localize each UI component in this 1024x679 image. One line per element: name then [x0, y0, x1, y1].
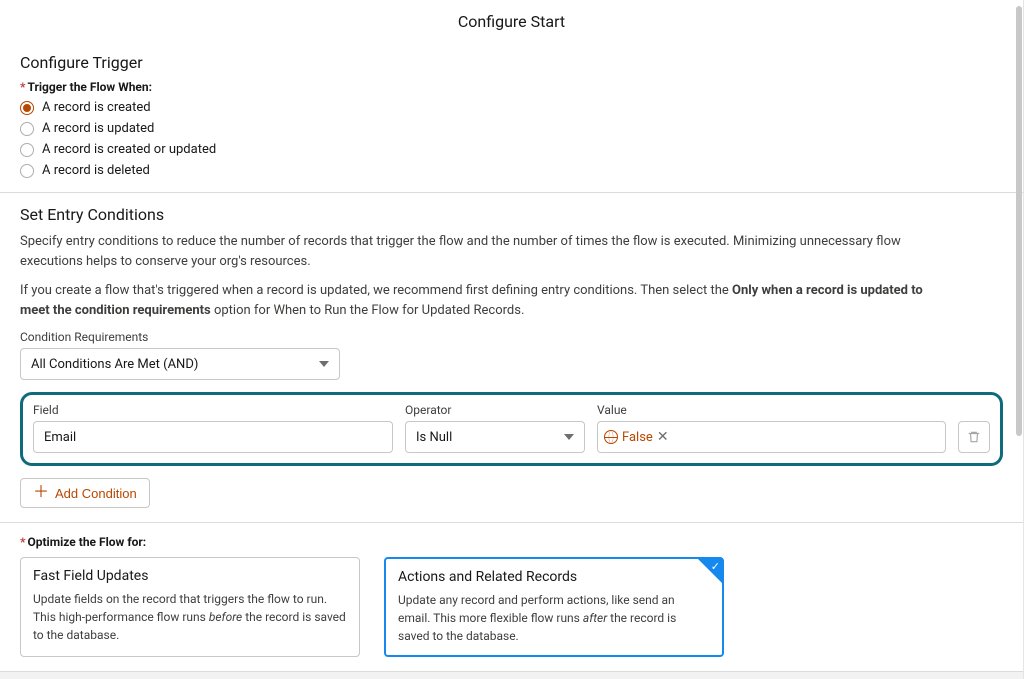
- optimize-card-desc: Update fields on the record that trigger…: [33, 590, 347, 644]
- add-condition-label: Add Condition: [55, 486, 137, 501]
- condition-field-input[interactable]: Email: [33, 421, 393, 453]
- trigger-option-updated[interactable]: A record is updated: [20, 121, 1003, 136]
- condition-value-label: Value: [597, 403, 946, 417]
- trigger-option-created[interactable]: A record is created: [20, 100, 1003, 115]
- entry-conditions-help-1: Specify entry conditions to reduce the n…: [20, 232, 940, 271]
- optimize-card-desc: Update any record and perform actions, l…: [398, 591, 710, 645]
- condition-requirements-value: All Conditions Are Met (AND): [31, 357, 198, 372]
- condition-row-highlight: Field Email Operator Is Null: [20, 392, 1003, 466]
- trigger-option-label: A record is updated: [42, 121, 154, 136]
- optimize-card-title: Actions and Related Records: [398, 569, 710, 585]
- radio-icon: [20, 101, 34, 115]
- optimize-card-actions-and-related[interactable]: ✓ Actions and Related Records Update any…: [384, 557, 724, 657]
- optimize-card-title: Fast Field Updates: [33, 568, 347, 584]
- add-condition-button[interactable]: ＋ Add Condition: [20, 478, 150, 508]
- optimize-card-fast-field-updates[interactable]: Fast Field Updates Update fields on the …: [20, 557, 360, 657]
- chevron-down-icon: [564, 434, 574, 440]
- scrollbar[interactable]: [1016, 6, 1022, 436]
- optimize-section: Optimize the Flow for: Fast Field Update…: [0, 522, 1023, 671]
- condition-value-chip[interactable]: False ✕: [598, 429, 675, 445]
- trash-icon: [967, 430, 981, 444]
- condition-field-value: Email: [44, 430, 76, 445]
- trigger-option-label: A record is deleted: [42, 163, 150, 178]
- optimize-label: Optimize the Flow for:: [20, 535, 1003, 549]
- trigger-option-deleted[interactable]: A record is deleted: [20, 163, 1003, 178]
- chevron-down-icon: [319, 361, 329, 367]
- trigger-option-label: A record is created: [42, 100, 151, 115]
- global-constant-icon: [604, 430, 618, 444]
- condition-operator-value: Is Null: [416, 430, 452, 445]
- remove-chip-icon[interactable]: ✕: [657, 429, 669, 445]
- modal-footer: Cancel Done: [0, 671, 1023, 679]
- trigger-option-created-or-updated[interactable]: A record is created or updated: [20, 142, 1003, 157]
- delete-condition-button[interactable]: [958, 421, 990, 453]
- entry-conditions-help-2: If you create a flow that's triggered wh…: [20, 281, 940, 320]
- radio-icon: [20, 122, 34, 136]
- trigger-options: A record is created A record is updated …: [20, 100, 1003, 178]
- plus-icon: ＋: [33, 485, 49, 501]
- condition-requirements-select[interactable]: All Conditions Are Met (AND): [20, 348, 340, 380]
- condition-row: Field Email Operator Is Null: [33, 403, 990, 453]
- trigger-option-label: A record is created or updated: [42, 142, 216, 157]
- trigger-when-label: Trigger the Flow When:: [20, 80, 1003, 94]
- condition-value-input[interactable]: False ✕: [597, 421, 946, 453]
- radio-icon: [20, 143, 34, 157]
- condition-requirements-label: Condition Requirements: [20, 330, 1003, 344]
- condition-value-text: False: [622, 430, 653, 445]
- configure-trigger-section: Configure Trigger Trigger the Flow When:…: [0, 41, 1023, 192]
- entry-conditions-heading: Set Entry Conditions: [20, 205, 1003, 224]
- condition-field-label: Field: [33, 403, 393, 417]
- check-icon: ✓: [711, 560, 720, 573]
- condition-operator-label: Operator: [405, 403, 585, 417]
- configure-trigger-heading: Configure Trigger: [20, 53, 1003, 72]
- modal-title: Configure Start: [0, 0, 1023, 41]
- entry-conditions-section: Set Entry Conditions Specify entry condi…: [0, 192, 1023, 522]
- condition-operator-select[interactable]: Is Null: [405, 421, 585, 453]
- radio-icon: [20, 164, 34, 178]
